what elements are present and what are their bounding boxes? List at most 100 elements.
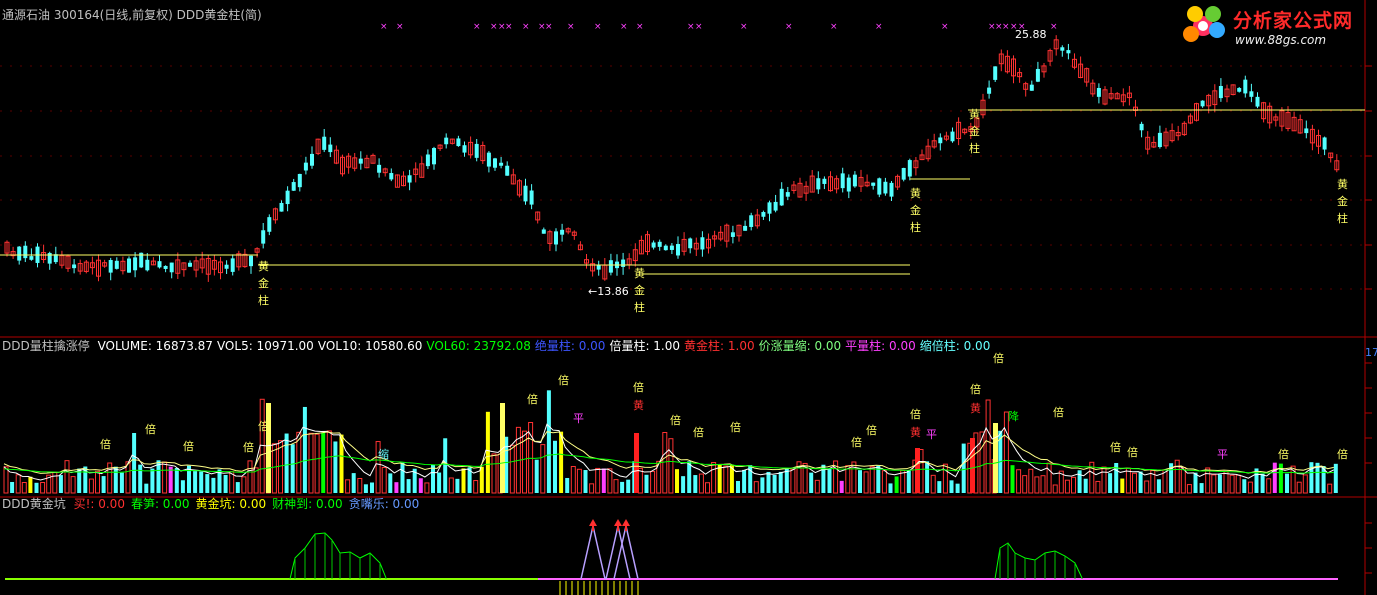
candle-down xyxy=(303,162,308,171)
volume-bar-up xyxy=(613,479,619,494)
candle-down xyxy=(840,173,845,189)
candle-down xyxy=(279,202,284,212)
volume-bar-up xyxy=(1052,484,1058,494)
signal-x-mark: × xyxy=(396,22,404,32)
volume-bar-up xyxy=(1046,462,1052,494)
signal-x-mark: × xyxy=(380,22,388,32)
candle-down xyxy=(523,185,528,202)
volume-bar-up xyxy=(650,470,656,494)
volume-bar xyxy=(534,459,539,493)
volume-bar xyxy=(461,468,466,493)
volume-annotation: 平 xyxy=(926,428,937,441)
candle-down xyxy=(596,264,601,270)
volume-bar xyxy=(284,433,289,493)
volume-bar xyxy=(443,438,448,493)
volume-bar-up xyxy=(345,479,351,494)
candlestick-chart[interactable]: × × × × × × × × × × × × × × × × × × × × × × × × × ×25.88←13.86黄金柱… xyxy=(0,0,1377,338)
volume-bar xyxy=(687,461,692,493)
volume-bar-up xyxy=(1144,480,1150,494)
volume-bar-up xyxy=(259,398,265,494)
volume-bar-up xyxy=(1296,481,1302,494)
candle-down xyxy=(846,177,851,192)
candle-down xyxy=(310,153,314,166)
signal-x-mark: × xyxy=(1002,22,1010,32)
volume-bar-up xyxy=(70,476,76,494)
signal-x-mark: × xyxy=(545,22,553,32)
volume-bar xyxy=(565,477,570,493)
volume-bar xyxy=(199,471,204,493)
candle-down xyxy=(1255,96,1260,107)
volume-bar-up xyxy=(509,444,515,494)
volume-bar-up xyxy=(326,430,332,494)
candle-down xyxy=(432,148,436,165)
volume-annotation: 倍 xyxy=(100,437,111,451)
gold-column-label: 黄 xyxy=(969,107,980,121)
candle-down xyxy=(529,190,534,205)
volume-annotation: 倍 xyxy=(1337,447,1348,461)
candle-down xyxy=(462,145,467,153)
volume-bar-up xyxy=(900,469,906,494)
volume-bar xyxy=(1193,472,1198,493)
candle-down xyxy=(297,173,302,188)
volume-bar xyxy=(485,411,490,493)
volume-annotation: 倍 xyxy=(527,392,538,406)
candle-down xyxy=(785,192,790,197)
volume-bar xyxy=(400,462,405,493)
candle-down xyxy=(743,225,748,231)
volume-bar xyxy=(1108,473,1113,493)
volume-bar-up xyxy=(662,432,668,494)
volume-chart[interactable]: 倍倍倍 倍倍倍倍倍倍倍 倍倍倍倍倍倍倍倍倍倍倍黄黄黄平平平缩降 xyxy=(0,338,1377,498)
candle-down xyxy=(761,212,766,217)
candle-down xyxy=(883,181,888,194)
volume-bar xyxy=(235,482,240,493)
volume-bar xyxy=(1077,470,1082,493)
volume-bar xyxy=(736,480,740,493)
volume-bar-up xyxy=(491,453,497,494)
volume-bar xyxy=(302,406,307,493)
volume-bar xyxy=(144,483,149,493)
candle-down xyxy=(1139,123,1144,131)
volume-bar-up xyxy=(881,470,887,494)
signal-x-mark: × xyxy=(1050,22,1058,32)
volume-bar xyxy=(937,481,942,493)
volume-bar-up xyxy=(40,481,46,494)
signal-x-mark: × xyxy=(505,22,513,32)
candle-down xyxy=(377,164,382,173)
wealth-spike xyxy=(613,525,639,580)
candle-down xyxy=(322,136,327,150)
signal-x-mark: × xyxy=(687,22,695,32)
volume-annotation: 倍 xyxy=(1278,447,1289,461)
volume-annotation: 黄 xyxy=(910,425,921,439)
volume-bar xyxy=(888,483,893,493)
volume-annotation: 倍 xyxy=(970,382,981,396)
gold-pit-chart[interactable] xyxy=(0,498,1377,595)
candle-down xyxy=(767,202,772,214)
volume-bar xyxy=(174,468,179,493)
volume-bar xyxy=(858,470,862,493)
gold-column-label: 柱 xyxy=(969,141,980,155)
volume-bar-up xyxy=(381,466,387,494)
gold-column-label: 柱 xyxy=(910,220,921,234)
volume-bar-up xyxy=(424,482,430,494)
candle-down xyxy=(1304,128,1309,134)
candle-down xyxy=(871,182,876,186)
candle-down xyxy=(901,167,906,180)
signal-x-mark: × xyxy=(567,22,575,32)
candle-down xyxy=(773,201,778,211)
signal-x-mark: × xyxy=(490,22,498,32)
volume-bar-up xyxy=(1180,467,1186,494)
volume-bar xyxy=(101,476,106,493)
candle-down xyxy=(560,229,565,235)
candle-down xyxy=(730,232,735,237)
volume-bar-up xyxy=(711,461,717,494)
volume-annotation: 倍 xyxy=(1127,445,1138,459)
candle-down xyxy=(749,215,754,227)
volume-bar-up xyxy=(985,399,991,494)
volume-bar xyxy=(28,476,33,493)
volume-annotation: 平 xyxy=(1217,448,1228,461)
candle-down xyxy=(822,178,827,184)
candle-down xyxy=(425,154,430,167)
signal-x-mark: × xyxy=(941,22,949,32)
volume-annotation: 黄 xyxy=(970,401,981,415)
volume-bar xyxy=(388,473,393,493)
